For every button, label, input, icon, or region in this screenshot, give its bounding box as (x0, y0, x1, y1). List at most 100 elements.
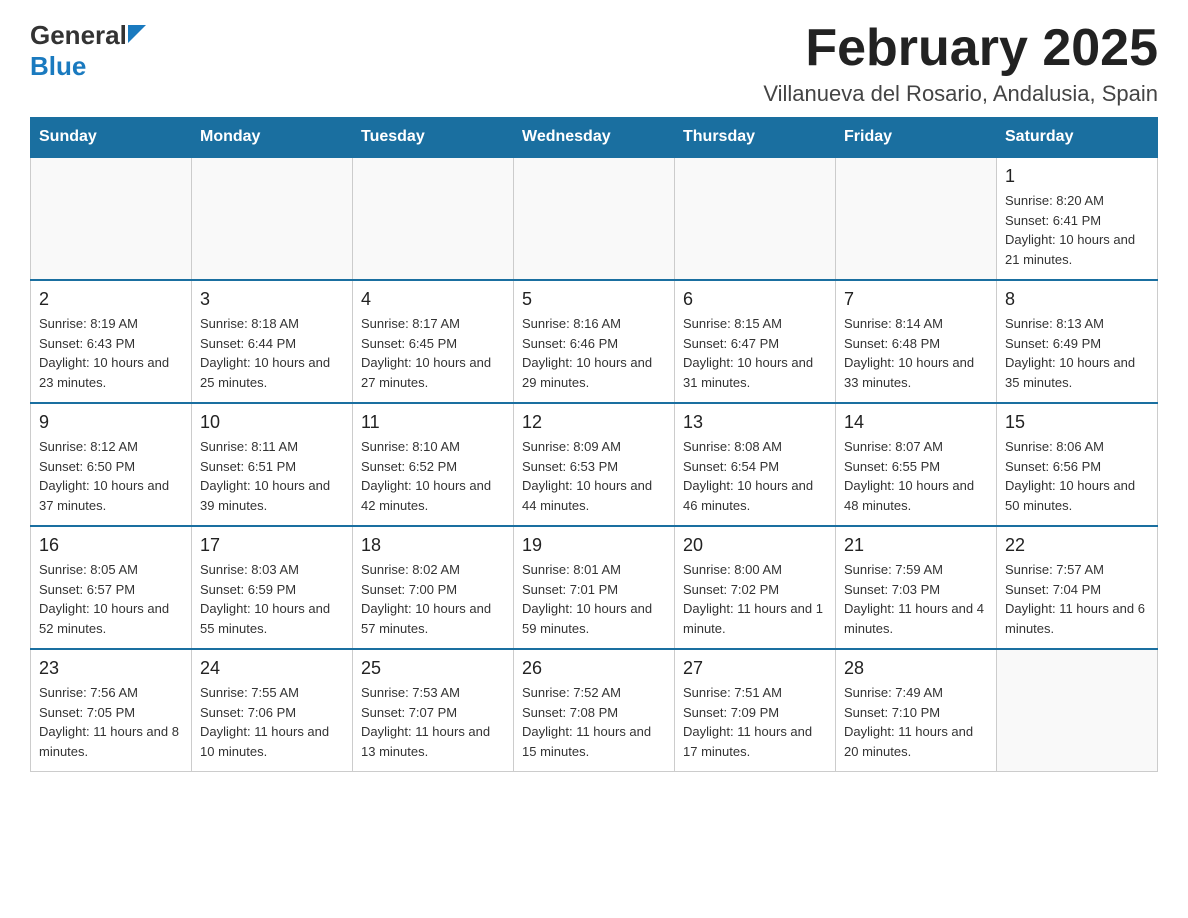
day-number: 21 (844, 535, 988, 556)
calendar-day-cell: 28 Sunrise: 7:49 AMSunset: 7:10 PMDayligh… (836, 649, 997, 772)
day-info: Sunrise: 8:11 AMSunset: 6:51 PMDaylight:… (200, 437, 344, 515)
calendar-day-cell: 4 Sunrise: 8:17 AMSunset: 6:45 PMDaylight… (353, 280, 514, 403)
day-number: 3 (200, 289, 344, 310)
day-number: 23 (39, 658, 183, 679)
calendar-day-cell: 19 Sunrise: 8:01 AMSunset: 7:01 PMDayligh… (514, 526, 675, 649)
calendar-day-cell: 10 Sunrise: 8:11 AMSunset: 6:51 PMDayligh… (192, 403, 353, 526)
logo-general: General (30, 20, 127, 51)
day-number: 22 (1005, 535, 1149, 556)
logo-blue: Blue (30, 51, 86, 82)
calendar-week-row: 23 Sunrise: 7:56 AMSunset: 7:05 PMDayligh… (31, 649, 1158, 772)
calendar-week-row: 9 Sunrise: 8:12 AMSunset: 6:50 PMDaylight… (31, 403, 1158, 526)
day-info: Sunrise: 8:15 AMSunset: 6:47 PMDaylight:… (683, 314, 827, 392)
day-number: 16 (39, 535, 183, 556)
calendar-day-header: Friday (836, 118, 997, 158)
day-info: Sunrise: 7:56 AMSunset: 7:05 PMDaylight:… (39, 683, 183, 761)
calendar-day-cell: 12 Sunrise: 8:09 AMSunset: 6:53 PMDayligh… (514, 403, 675, 526)
day-number: 4 (361, 289, 505, 310)
calendar-week-row: 16Sunrise: 8:05 AMSunset: 6:57 PMDayligh… (31, 526, 1158, 649)
day-info: Sunrise: 8:00 AMSunset: 7:02 PMDaylight:… (683, 560, 827, 638)
day-number: 27 (683, 658, 827, 679)
calendar-day-cell: 25 Sunrise: 7:53 AMSunset: 7:07 PMDayligh… (353, 649, 514, 772)
day-info: Sunrise: 8:18 AMSunset: 6:44 PMDaylight:… (200, 314, 344, 392)
day-info: Sunrise: 7:57 AMSunset: 7:04 PMDaylight:… (1005, 560, 1149, 638)
day-info: Sunrise: 8:03 AMSunset: 6:59 PMDaylight:… (200, 560, 344, 638)
day-number: 13 (683, 412, 827, 433)
day-info: Sunrise: 7:59 AMSunset: 7:03 PMDaylight:… (844, 560, 988, 638)
day-number: 12 (522, 412, 666, 433)
calendar-day-cell: 2 Sunrise: 8:19 AMSunset: 6:43 PMDaylight… (31, 280, 192, 403)
day-info: Sunrise: 8:17 AMSunset: 6:45 PMDaylight:… (361, 314, 505, 392)
calendar-day-cell: 27Sunrise: 7:51 AMSunset: 7:09 PMDayligh… (675, 649, 836, 772)
calendar-day-cell: 24 Sunrise: 7:55 AMSunset: 7:06 PMDayligh… (192, 649, 353, 772)
day-number: 11 (361, 412, 505, 433)
calendar-day-cell: 15Sunrise: 8:06 AMSunset: 6:56 PMDayligh… (997, 403, 1158, 526)
day-number: 2 (39, 289, 183, 310)
calendar-day-cell: 9 Sunrise: 8:12 AMSunset: 6:50 PMDaylight… (31, 403, 192, 526)
day-info: Sunrise: 7:49 AMSunset: 7:10 PMDaylight:… (844, 683, 988, 761)
calendar-day-cell: 7Sunrise: 8:14 AMSunset: 6:48 PMDaylight… (836, 280, 997, 403)
day-number: 6 (683, 289, 827, 310)
day-number: 18 (361, 535, 505, 556)
calendar-day-cell: 18 Sunrise: 8:02 AMSunset: 7:00 PMDayligh… (353, 526, 514, 649)
calendar-day-cell: 26 Sunrise: 7:52 AMSunset: 7:08 PMDayligh… (514, 649, 675, 772)
day-number: 10 (200, 412, 344, 433)
calendar-day-cell: 3 Sunrise: 8:18 AMSunset: 6:44 PMDaylight… (192, 280, 353, 403)
calendar-day-cell: 13 Sunrise: 8:08 AMSunset: 6:54 PMDayligh… (675, 403, 836, 526)
calendar-day-cell: 16Sunrise: 8:05 AMSunset: 6:57 PMDayligh… (31, 526, 192, 649)
page-header: General Blue February 2025 Villanueva de… (30, 20, 1158, 107)
day-info: Sunrise: 7:55 AMSunset: 7:06 PMDaylight:… (200, 683, 344, 761)
day-info: Sunrise: 7:53 AMSunset: 7:07 PMDaylight:… (361, 683, 505, 761)
calendar-day-cell: 6 Sunrise: 8:15 AMSunset: 6:47 PMDaylight… (675, 280, 836, 403)
day-info: Sunrise: 8:10 AMSunset: 6:52 PMDaylight:… (361, 437, 505, 515)
day-info: Sunrise: 8:09 AMSunset: 6:53 PMDaylight:… (522, 437, 666, 515)
logo-triangle-icon (128, 25, 146, 43)
calendar-day-cell (997, 649, 1158, 772)
day-info: Sunrise: 8:19 AMSunset: 6:43 PMDaylight:… (39, 314, 183, 392)
day-info: Sunrise: 8:07 AMSunset: 6:55 PMDaylight:… (844, 437, 988, 515)
calendar-day-cell: 14 Sunrise: 8:07 AMSunset: 6:55 PMDayligh… (836, 403, 997, 526)
calendar-day-cell (31, 157, 192, 280)
day-number: 20 (683, 535, 827, 556)
calendar-day-cell: 21 Sunrise: 7:59 AMSunset: 7:03 PMDayligh… (836, 526, 997, 649)
calendar-day-header: Wednesday (514, 118, 675, 158)
day-number: 25 (361, 658, 505, 679)
day-info: Sunrise: 8:14 AMSunset: 6:48 PMDaylight:… (844, 314, 988, 392)
day-number: 26 (522, 658, 666, 679)
calendar-day-header: Sunday (31, 118, 192, 158)
day-info: Sunrise: 8:02 AMSunset: 7:00 PMDaylight:… (361, 560, 505, 638)
calendar-header-row: SundayMondayTuesdayWednesdayThursdayFrid… (31, 118, 1158, 158)
day-number: 9 (39, 412, 183, 433)
calendar-day-header: Tuesday (353, 118, 514, 158)
day-number: 19 (522, 535, 666, 556)
location-title: Villanueva del Rosario, Andalusia, Spain (763, 81, 1158, 107)
calendar-day-cell: 5 Sunrise: 8:16 AMSunset: 6:46 PMDaylight… (514, 280, 675, 403)
day-number: 14 (844, 412, 988, 433)
calendar-day-cell: 22 Sunrise: 7:57 AMSunset: 7:04 PMDayligh… (997, 526, 1158, 649)
calendar-day-header: Monday (192, 118, 353, 158)
calendar-week-row: 1Sunrise: 8:20 AMSunset: 6:41 PMDaylight… (31, 157, 1158, 280)
day-number: 24 (200, 658, 344, 679)
calendar-day-cell: 20 Sunrise: 8:00 AMSunset: 7:02 PMDayligh… (675, 526, 836, 649)
day-number: 5 (522, 289, 666, 310)
calendar-week-row: 2 Sunrise: 8:19 AMSunset: 6:43 PMDaylight… (31, 280, 1158, 403)
title-block: February 2025 Villanueva del Rosario, An… (763, 20, 1158, 107)
day-info: Sunrise: 8:08 AMSunset: 6:54 PMDaylight:… (683, 437, 827, 515)
calendar-day-cell: 17Sunrise: 8:03 AMSunset: 6:59 PMDayligh… (192, 526, 353, 649)
calendar-day-cell (192, 157, 353, 280)
day-info: Sunrise: 8:16 AMSunset: 6:46 PMDaylight:… (522, 314, 666, 392)
day-info: Sunrise: 7:52 AMSunset: 7:08 PMDaylight:… (522, 683, 666, 761)
calendar-day-cell (836, 157, 997, 280)
day-info: Sunrise: 8:13 AMSunset: 6:49 PMDaylight:… (1005, 314, 1149, 392)
calendar-day-cell: 1Sunrise: 8:20 AMSunset: 6:41 PMDaylight… (997, 157, 1158, 280)
day-number: 28 (844, 658, 988, 679)
month-title: February 2025 (763, 20, 1158, 77)
day-info: Sunrise: 8:12 AMSunset: 6:50 PMDaylight:… (39, 437, 183, 515)
day-info: Sunrise: 8:01 AMSunset: 7:01 PMDaylight:… (522, 560, 666, 638)
logo: General Blue (30, 20, 146, 82)
calendar-day-cell: 11 Sunrise: 8:10 AMSunset: 6:52 PMDayligh… (353, 403, 514, 526)
calendar-day-header: Thursday (675, 118, 836, 158)
day-number: 8 (1005, 289, 1149, 310)
calendar-day-cell: 23 Sunrise: 7:56 AMSunset: 7:05 PMDayligh… (31, 649, 192, 772)
day-info: Sunrise: 8:20 AMSunset: 6:41 PMDaylight:… (1005, 191, 1149, 269)
